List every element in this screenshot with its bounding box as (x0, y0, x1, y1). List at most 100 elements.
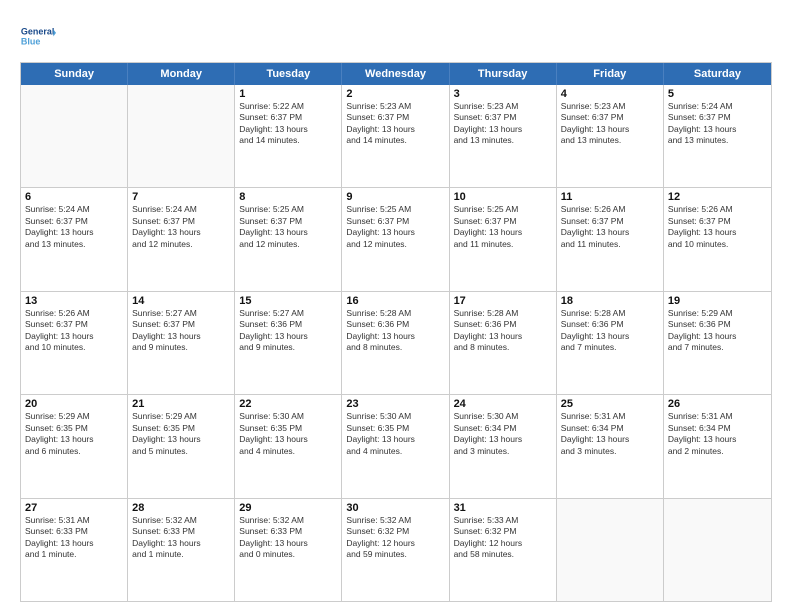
day-number: 19 (668, 295, 767, 307)
day-number: 16 (346, 295, 444, 307)
cell-info-line: Sunrise: 5:30 AM (454, 411, 552, 422)
cell-info-line: Daylight: 12 hours (346, 538, 444, 549)
day-number: 1 (239, 88, 337, 100)
day-number: 15 (239, 295, 337, 307)
cell-info-line: Sunset: 6:36 PM (668, 319, 767, 330)
header: General Blue (20, 18, 772, 54)
cell-info-line: Sunrise: 5:28 AM (454, 308, 552, 319)
week-row-3: 13Sunrise: 5:26 AMSunset: 6:37 PMDayligh… (21, 292, 771, 395)
day-number: 23 (346, 398, 444, 410)
cell-info-line: and 10 minutes. (25, 342, 123, 353)
day-number: 11 (561, 191, 659, 203)
cell-info-line: Sunset: 6:37 PM (454, 112, 552, 123)
cal-cell: 13Sunrise: 5:26 AMSunset: 6:37 PMDayligh… (21, 292, 128, 394)
cal-cell: 7Sunrise: 5:24 AMSunset: 6:37 PMDaylight… (128, 188, 235, 290)
cell-info-line: and 11 minutes. (454, 239, 552, 250)
cell-info-line: Sunset: 6:37 PM (346, 112, 444, 123)
cell-info-line: and 13 minutes. (454, 135, 552, 146)
cal-cell: 27Sunrise: 5:31 AMSunset: 6:33 PMDayligh… (21, 499, 128, 601)
cell-info-line: Sunrise: 5:27 AM (239, 308, 337, 319)
cell-info-line: Sunset: 6:35 PM (132, 423, 230, 434)
cell-info-line: and 11 minutes. (561, 239, 659, 250)
cell-info-line: Sunset: 6:36 PM (346, 319, 444, 330)
cell-info-line: Daylight: 13 hours (132, 331, 230, 342)
cell-info-line: Daylight: 13 hours (239, 538, 337, 549)
cell-info-line: Daylight: 13 hours (132, 434, 230, 445)
cell-info-line: Sunrise: 5:25 AM (239, 204, 337, 215)
cell-info-line: and 2 minutes. (668, 446, 767, 457)
header-day-sunday: Sunday (21, 63, 128, 85)
cell-info-line: Daylight: 13 hours (132, 227, 230, 238)
day-number: 27 (25, 502, 123, 514)
svg-text:Blue: Blue (21, 37, 41, 47)
cell-info-line: Daylight: 13 hours (561, 124, 659, 135)
cell-info-line: Sunrise: 5:27 AM (132, 308, 230, 319)
cell-info-line: Daylight: 13 hours (454, 124, 552, 135)
cal-cell: 15Sunrise: 5:27 AMSunset: 6:36 PMDayligh… (235, 292, 342, 394)
cell-info-line: and 1 minute. (132, 549, 230, 560)
cal-cell (557, 499, 664, 601)
cell-info-line: Sunrise: 5:28 AM (561, 308, 659, 319)
page: General Blue SundayMondayTuesdayWednesda… (0, 0, 792, 612)
week-row-4: 20Sunrise: 5:29 AMSunset: 6:35 PMDayligh… (21, 395, 771, 498)
cell-info-line: Sunrise: 5:31 AM (561, 411, 659, 422)
header-day-friday: Friday (557, 63, 664, 85)
cell-info-line: Daylight: 13 hours (25, 434, 123, 445)
cal-cell: 2Sunrise: 5:23 AMSunset: 6:37 PMDaylight… (342, 85, 449, 187)
calendar: SundayMondayTuesdayWednesdayThursdayFrid… (20, 62, 772, 602)
cell-info-line: Sunrise: 5:31 AM (25, 515, 123, 526)
cal-cell: 16Sunrise: 5:28 AMSunset: 6:36 PMDayligh… (342, 292, 449, 394)
cell-info-line: Sunrise: 5:29 AM (668, 308, 767, 319)
cell-info-line: Sunrise: 5:26 AM (561, 204, 659, 215)
cell-info-line: Sunrise: 5:30 AM (239, 411, 337, 422)
cell-info-line: and 13 minutes. (25, 239, 123, 250)
cal-cell (128, 85, 235, 187)
day-number: 6 (25, 191, 123, 203)
cell-info-line: Daylight: 13 hours (346, 434, 444, 445)
cell-info-line: Daylight: 13 hours (454, 331, 552, 342)
cell-info-line: and 4 minutes. (346, 446, 444, 457)
week-row-2: 6Sunrise: 5:24 AMSunset: 6:37 PMDaylight… (21, 188, 771, 291)
cell-info-line: and 9 minutes. (239, 342, 337, 353)
svg-text:General: General (21, 27, 55, 37)
cell-info-line: Sunrise: 5:28 AM (346, 308, 444, 319)
logo: General Blue (20, 18, 56, 54)
cell-info-line: Sunrise: 5:24 AM (132, 204, 230, 215)
day-number: 24 (454, 398, 552, 410)
cal-cell: 26Sunrise: 5:31 AMSunset: 6:34 PMDayligh… (664, 395, 771, 497)
cell-info-line: Sunrise: 5:26 AM (668, 204, 767, 215)
day-number: 22 (239, 398, 337, 410)
header-day-thursday: Thursday (450, 63, 557, 85)
cell-info-line: Sunset: 6:37 PM (132, 319, 230, 330)
cell-info-line: Sunrise: 5:33 AM (454, 515, 552, 526)
cell-info-line: and 58 minutes. (454, 549, 552, 560)
cell-info-line: and 5 minutes. (132, 446, 230, 457)
cell-info-line: Sunset: 6:32 PM (454, 526, 552, 537)
cal-cell: 20Sunrise: 5:29 AMSunset: 6:35 PMDayligh… (21, 395, 128, 497)
cell-info-line: and 12 minutes. (346, 239, 444, 250)
calendar-header: SundayMondayTuesdayWednesdayThursdayFrid… (21, 63, 771, 85)
cell-info-line: Sunset: 6:34 PM (454, 423, 552, 434)
cell-info-line: and 10 minutes. (668, 239, 767, 250)
day-number: 7 (132, 191, 230, 203)
cell-info-line: Sunrise: 5:23 AM (561, 101, 659, 112)
cal-cell (664, 499, 771, 601)
cal-cell: 18Sunrise: 5:28 AMSunset: 6:36 PMDayligh… (557, 292, 664, 394)
day-number: 2 (346, 88, 444, 100)
cell-info-line: Sunset: 6:34 PM (668, 423, 767, 434)
cell-info-line: Sunrise: 5:23 AM (454, 101, 552, 112)
cal-cell: 21Sunrise: 5:29 AMSunset: 6:35 PMDayligh… (128, 395, 235, 497)
cell-info-line: Daylight: 13 hours (346, 331, 444, 342)
cell-info-line: Daylight: 13 hours (25, 227, 123, 238)
header-day-saturday: Saturday (664, 63, 771, 85)
cell-info-line: and 14 minutes. (346, 135, 444, 146)
cell-info-line: Daylight: 13 hours (668, 434, 767, 445)
day-number: 31 (454, 502, 552, 514)
cell-info-line: and 6 minutes. (25, 446, 123, 457)
day-number: 28 (132, 502, 230, 514)
cell-info-line: Sunset: 6:33 PM (239, 526, 337, 537)
cell-info-line: and 14 minutes. (239, 135, 337, 146)
cell-info-line: and 0 minutes. (239, 549, 337, 560)
cell-info-line: Sunrise: 5:24 AM (668, 101, 767, 112)
cell-info-line: Sunset: 6:32 PM (346, 526, 444, 537)
